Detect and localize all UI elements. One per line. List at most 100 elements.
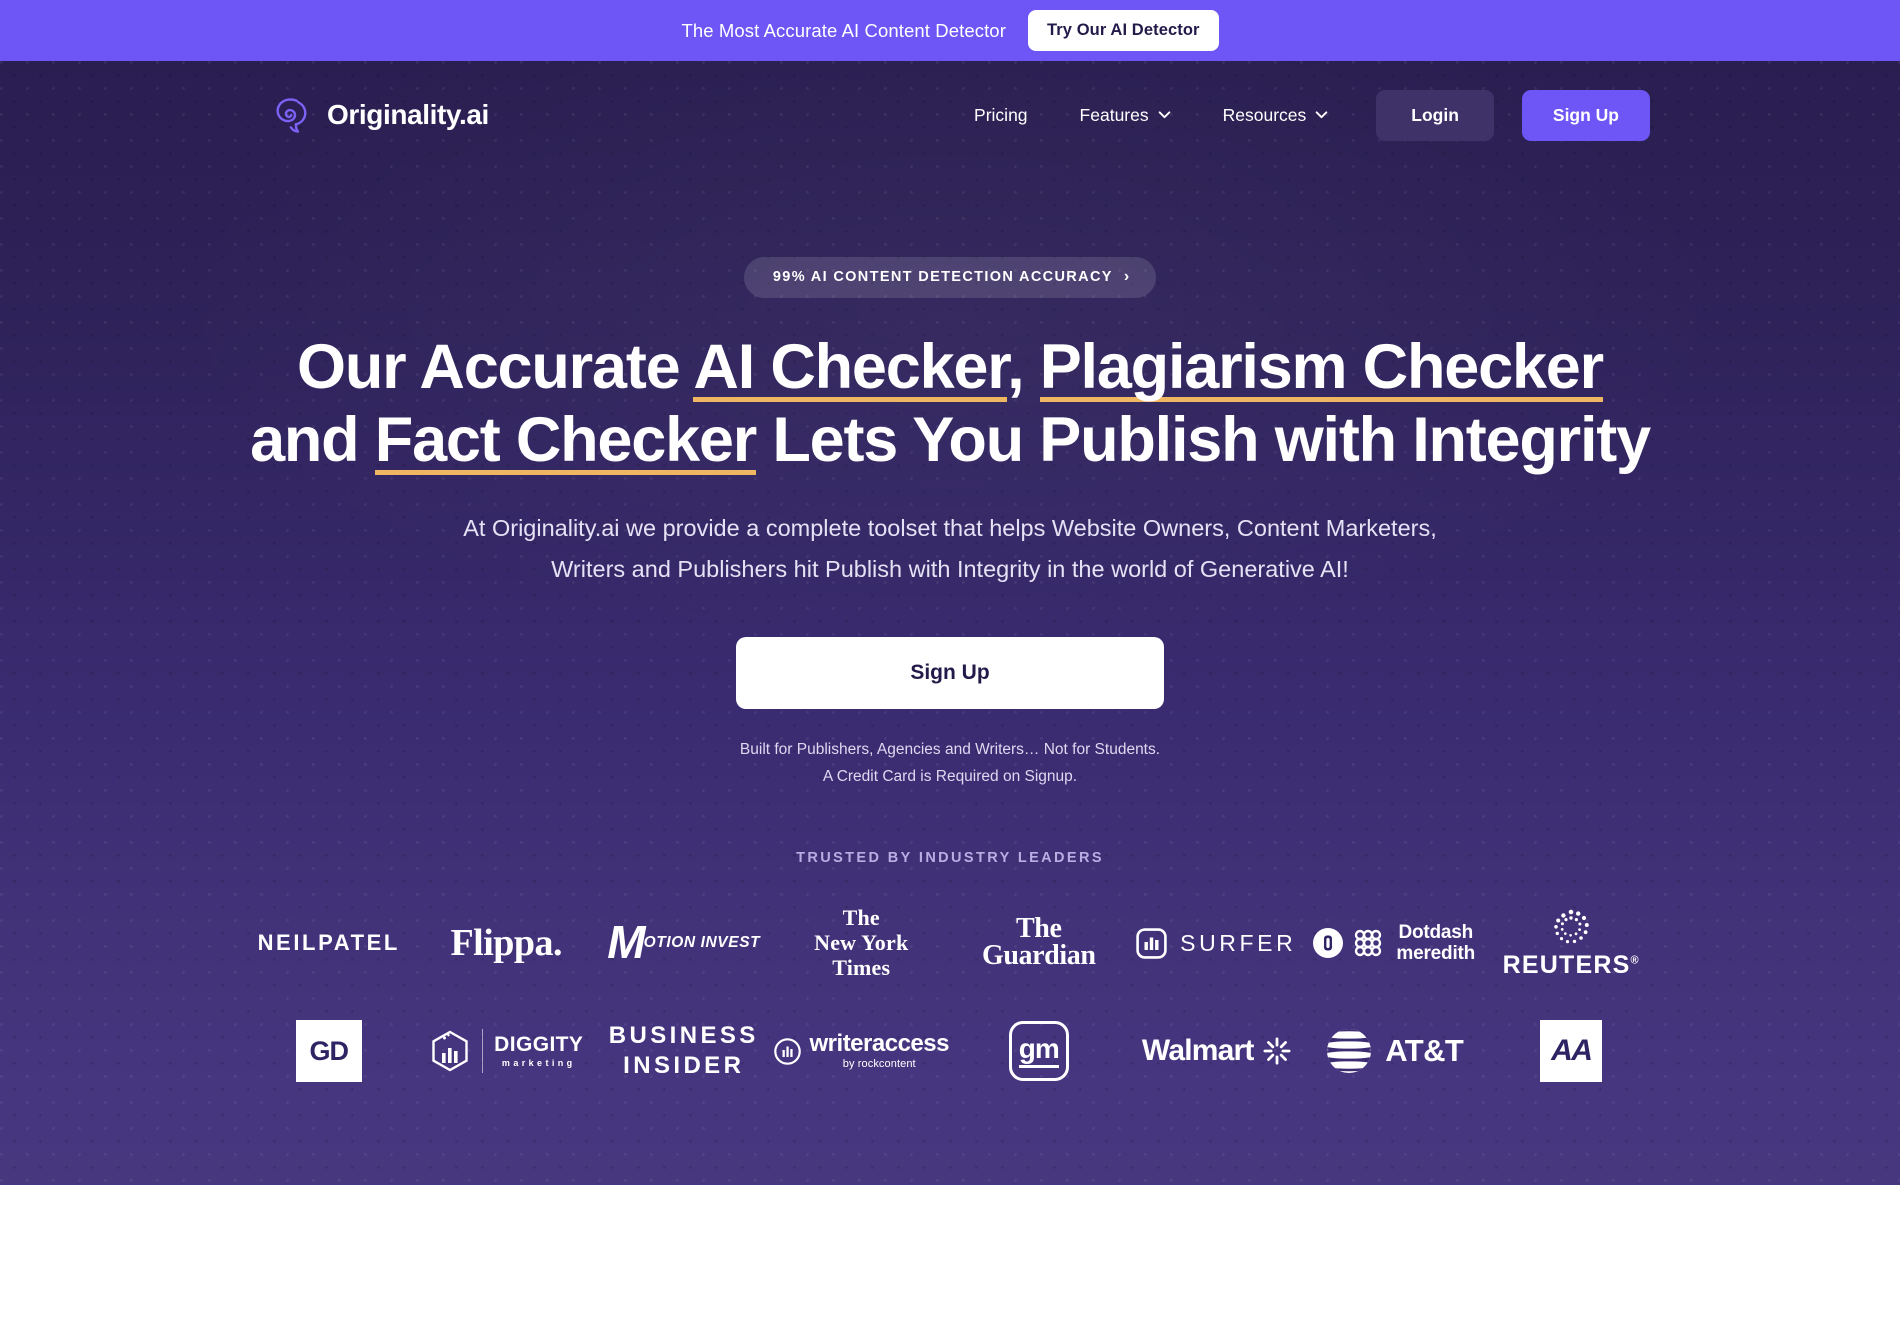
logo-att: AT&T xyxy=(1324,1008,1464,1094)
headline-underlined-plagiarism-checker: Plagiarism Checker xyxy=(1039,332,1604,408)
hero-subheading: At Originality.ai we provide a complete … xyxy=(435,508,1465,589)
guardian-line-1: The xyxy=(1016,913,1062,945)
logo-business-insider: BUSINESS INSIDER xyxy=(609,1008,759,1094)
diggity-line-1: DIGGITY xyxy=(494,1033,584,1057)
main-navigation: Originality.ai Pricing Features Resource… xyxy=(220,76,1680,154)
fineprint-line-1: Built for Publishers, Agencies and Write… xyxy=(739,740,1161,758)
business-insider-logo: BUSINESS INSIDER xyxy=(609,1021,759,1082)
nyt-line-2: New York xyxy=(814,929,909,955)
the-guardian-logo: The Guardian xyxy=(981,913,1096,972)
logo-new-york-times: The New York Times xyxy=(814,900,908,986)
signup-button-nav[interactable]: Sign Up xyxy=(1521,89,1650,141)
diggity-wordmark: DIGGITY marketing xyxy=(494,1034,583,1068)
nav-item-pricing-label: Pricing xyxy=(974,104,1028,125)
diggity-hex-icon xyxy=(429,1029,471,1073)
subhead-part: in the world of Generative AI! xyxy=(1040,555,1349,582)
headline-part: Our Accurate xyxy=(297,332,694,402)
att-logo: AT&T xyxy=(1324,1026,1464,1076)
nav-item-features[interactable]: Features xyxy=(1054,95,1197,136)
brand-logo-link[interactable]: Originality.ai xyxy=(268,93,489,137)
trusted-logos-grid: NEILPATEL Flippa. M OTION INVEST The New… xyxy=(240,900,1660,1094)
publish-with-integrity-link[interactable]: Publish with Integrity xyxy=(825,555,1041,582)
fineprint-line-2: A Credit Card is Required on Signup. xyxy=(822,767,1078,785)
headline-part: , xyxy=(1007,332,1040,402)
att-globe-icon xyxy=(1324,1026,1374,1076)
reuters-text: REUTERS xyxy=(1502,950,1631,979)
writeraccess-mark-icon xyxy=(773,1037,801,1065)
logo-american-airlines: AA xyxy=(1540,1008,1603,1094)
banner-text: The Most Accurate AI Content Detector xyxy=(681,19,1006,41)
try-ai-detector-button[interactable]: Try Our AI Detector xyxy=(1027,10,1219,51)
surfer-wordmark: SURFER xyxy=(1180,929,1297,956)
reuters-wordmark: REUTERS® xyxy=(1503,951,1640,979)
american-airlines-logo: AA xyxy=(1540,1020,1603,1083)
neilpatel-logo: NEILPATEL xyxy=(257,930,400,956)
writeraccess-wordmark: writeraccess by rockcontent xyxy=(810,1032,950,1071)
signup-button-hero[interactable]: Sign Up xyxy=(736,636,1164,709)
logo-neilpatel: NEILPATEL xyxy=(258,900,400,986)
headline-underlined-ai-checker: AI Checker xyxy=(693,332,1008,408)
surfer-mark-icon xyxy=(1136,928,1167,959)
dotdash-line-2: meredith xyxy=(1396,943,1476,965)
below-fold-whitespace xyxy=(0,1185,1900,1321)
motion-invest-word: OTION INVEST xyxy=(643,934,761,952)
brain-speech-bubble-icon xyxy=(268,93,312,137)
logo-reuters: REUTERS® xyxy=(1503,900,1640,986)
hero-content: 99% AI CONTENT DETECTION ACCURACY › Our … xyxy=(0,257,1900,1094)
chevron-right-icon: › xyxy=(1123,268,1130,285)
gm-wordmark: gm xyxy=(1018,1034,1060,1068)
dotdash-mark-icon xyxy=(1312,927,1344,959)
motion-invest-m: M xyxy=(607,916,645,969)
logo-writeraccess: writeraccess by rockcontent xyxy=(773,1008,950,1094)
hero-section: Originality.ai Pricing Features Resource… xyxy=(0,61,1900,1185)
guardian-line-2: Guardian xyxy=(981,940,1096,972)
dotdash-meredith-logo: Dotdash meredith xyxy=(1312,922,1475,965)
logo-the-guardian: The Guardian xyxy=(982,900,1096,986)
logo-gd: GD xyxy=(295,1008,362,1094)
chevron-down-icon xyxy=(1158,111,1171,119)
headline-part: and xyxy=(250,405,375,476)
logo-gm: gm xyxy=(1008,1008,1069,1094)
top-announcement-banner: The Most Accurate AI Content Detector Tr… xyxy=(0,0,1900,61)
nyt-line-1: The xyxy=(842,905,880,931)
flippa-logo: Flippa. xyxy=(450,922,563,965)
logo-flippa: Flippa. xyxy=(450,900,562,986)
nyt-line-3: Times xyxy=(832,954,891,980)
surfer-logo: SURFER xyxy=(1136,928,1296,959)
dotdash-wordmark: Dotdash meredith xyxy=(1396,922,1475,965)
nav-item-features-label: Features xyxy=(1079,104,1149,125)
logo-motion-invest: M OTION INVEST xyxy=(607,900,760,986)
logo-surfer: SURFER xyxy=(1136,900,1296,986)
nav-item-resources[interactable]: Resources xyxy=(1197,95,1355,136)
headline-part: Lets You Publish with Integrity xyxy=(756,405,1651,476)
att-wordmark: AT&T xyxy=(1385,1033,1464,1069)
logo-dotdash-meredith: Dotdash meredith xyxy=(1312,900,1475,986)
nav-item-resources-label: Resources xyxy=(1222,104,1307,125)
writeraccess-line-2: by rockcontent xyxy=(842,1058,916,1071)
login-button[interactable]: Login xyxy=(1376,89,1494,141)
chevron-down-icon xyxy=(1315,111,1328,119)
bi-line-1: BUSINESS xyxy=(608,1021,759,1049)
walmart-logo: Walmart xyxy=(1142,1034,1291,1068)
motion-invest-logo: M OTION INVEST xyxy=(607,916,761,969)
walmart-spark-icon xyxy=(1263,1037,1291,1065)
diggity-marketing-logo: DIGGITY marketing xyxy=(429,1029,583,1074)
nav-links-group: Pricing Features Resources Login Sign Up xyxy=(948,89,1650,141)
trusted-by-label: TRUSTED BY INDUSTRY LEADERS xyxy=(796,850,1104,867)
new-york-times-logo: The New York Times xyxy=(814,906,908,980)
dotdash-line-1: Dotdash xyxy=(1398,922,1474,944)
reuters-mark-icon xyxy=(1503,907,1640,949)
nav-item-pricing[interactable]: Pricing xyxy=(948,95,1054,136)
gd-logo: GD xyxy=(295,1020,362,1083)
accuracy-badge-label: 99% AI CONTENT DETECTION ACCURACY xyxy=(772,269,1113,285)
reuters-registered-mark: ® xyxy=(1630,954,1640,967)
accuracy-badge[interactable]: 99% AI CONTENT DETECTION ACCURACY › xyxy=(743,257,1157,298)
reuters-logo: REUTERS® xyxy=(1503,907,1640,980)
bi-line-2: INSIDER xyxy=(623,1052,745,1080)
writeraccess-logo: writeraccess by rockcontent xyxy=(773,1032,950,1071)
headline-underlined-fact-checker: Fact Checker xyxy=(374,405,757,482)
diggity-line-2: marketing xyxy=(501,1058,576,1069)
logo-diggity-marketing: DIGGITY marketing xyxy=(429,1008,583,1094)
walmart-wordmark: Walmart xyxy=(1141,1034,1254,1068)
page-title: Our Accurate AI Checker, Plagiarism Chec… xyxy=(230,331,1670,482)
